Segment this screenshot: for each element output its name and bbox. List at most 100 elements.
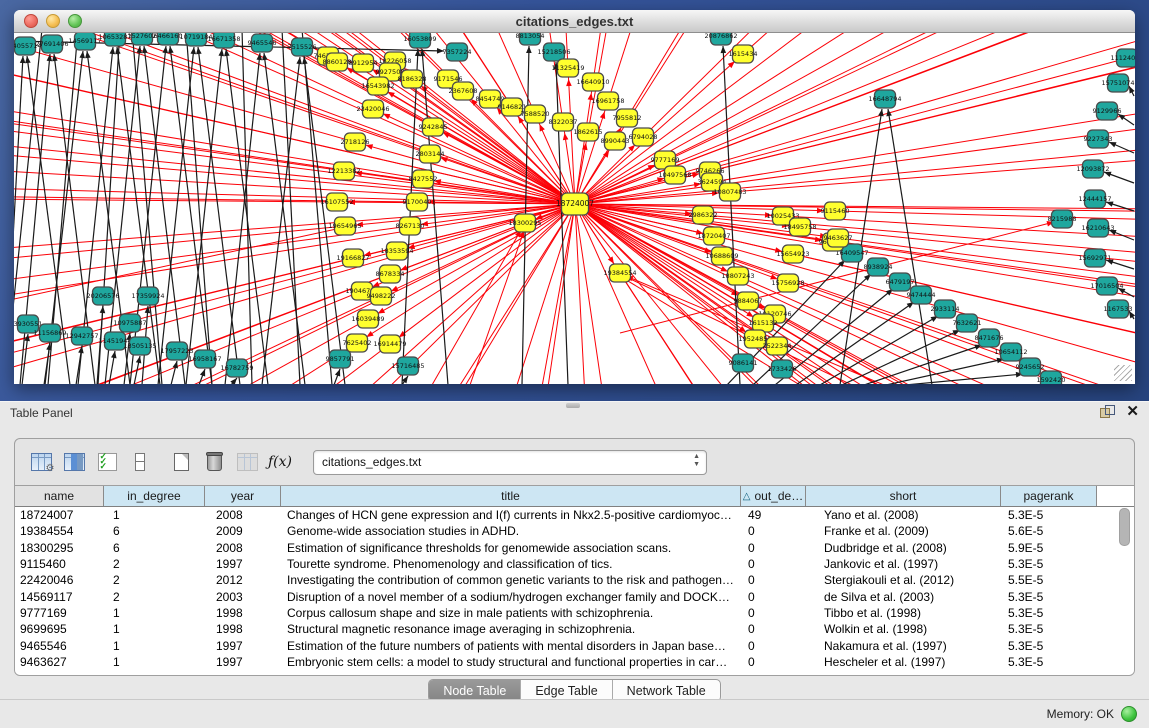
cell-pagerank[interactable]: 5.9E-5 — [1001, 541, 1097, 555]
table-row[interactable]: 2242004622012Investigating the contribut… — [15, 572, 1134, 588]
network-view-window[interactable]: citations_edges.txt 24055714276914061456… — [14, 10, 1135, 383]
cell-short[interactable]: Tibbo et al. (1998) — [806, 606, 1001, 620]
window-resize-grip[interactable] — [1114, 365, 1132, 381]
column-header-short[interactable]: short — [806, 486, 1001, 506]
close-window-button[interactable] — [24, 14, 38, 28]
delete-table-button[interactable] — [200, 449, 228, 475]
scrollbar-thumb[interactable] — [1119, 508, 1130, 546]
column-header-name[interactable]: name — [15, 486, 104, 506]
column-header-in-degree[interactable]: in_degree — [104, 486, 205, 506]
table-scrollbar[interactable] — [1118, 508, 1130, 658]
cell-title[interactable]: Genome-wide association studies in ADHD. — [281, 524, 741, 538]
cell-out-de-[interactable]: 0 — [741, 622, 806, 636]
table-row[interactable]: 1456911722003Disruption of a novel membe… — [15, 588, 1134, 604]
cell-year[interactable]: 1997 — [205, 639, 281, 653]
table-row[interactable]: 977716911998Corpus callosum shape and si… — [15, 605, 1134, 621]
cell-out-de-[interactable]: 0 — [741, 524, 806, 538]
cell-name[interactable]: 9463627 — [15, 655, 104, 669]
cell-pagerank[interactable]: 5.3E-5 — [1001, 639, 1097, 653]
cell-title[interactable]: Estimation of the future numbers of pati… — [281, 639, 741, 653]
minimize-window-button[interactable] — [46, 14, 60, 28]
row-options-button[interactable] — [126, 449, 154, 475]
function-builder-button[interactable]: ƒ(x) — [266, 449, 294, 475]
cell-short[interactable]: Hescheler et al. (1997) — [806, 655, 1001, 669]
cell-short[interactable]: Jankovic et al. (1997) — [806, 557, 1001, 571]
cell-year[interactable]: 2008 — [205, 508, 281, 522]
cell-name[interactable]: 22420046 — [15, 573, 104, 587]
table-row[interactable]: 946362711997Embryonic stem cells: a mode… — [15, 654, 1134, 670]
cell-in-degree[interactable]: 1 — [104, 606, 205, 620]
cell-short[interactable]: de Silva et al. (2003) — [806, 590, 1001, 604]
zoom-window-button[interactable] — [68, 14, 82, 28]
network-canvas[interactable]: 2405571427691406145691171065328715276026… — [14, 33, 1135, 384]
cell-in-degree[interactable]: 1 — [104, 655, 205, 669]
cell-pagerank[interactable]: 5.3E-5 — [1001, 655, 1097, 669]
table-row[interactable]: 969969511998Structural magnetic resonanc… — [15, 621, 1134, 637]
cell-pagerank[interactable]: 5.3E-5 — [1001, 590, 1097, 604]
cell-out-de-[interactable]: 49 — [741, 508, 806, 522]
cell-name[interactable]: 18300295 — [15, 541, 104, 555]
table-row[interactable]: 1938455462009Genome-wide association stu… — [15, 523, 1134, 539]
cell-in-degree[interactable]: 2 — [104, 573, 205, 587]
table-row[interactable]: 911546021997Tourette syndrome. Phenomeno… — [15, 556, 1134, 572]
column-header-title[interactable]: title — [281, 486, 741, 506]
cell-out-de-[interactable]: 0 — [741, 655, 806, 669]
cell-name[interactable]: 14569117 — [15, 590, 104, 604]
cell-in-degree[interactable]: 2 — [104, 590, 205, 604]
table-settings-button[interactable]: ⚙ — [27, 449, 55, 475]
cell-title[interactable]: Disruption of a novel member of a sodium… — [281, 590, 741, 604]
cell-pagerank[interactable]: 5.3E-5 — [1001, 508, 1097, 522]
cell-name[interactable]: 9699695 — [15, 622, 104, 636]
network-window-titlebar[interactable]: citations_edges.txt — [14, 10, 1135, 33]
import-table-button[interactable] — [233, 449, 261, 475]
cell-pagerank[interactable]: 5.3E-5 — [1001, 622, 1097, 636]
cell-pagerank[interactable]: 5.3E-5 — [1001, 606, 1097, 620]
cell-in-degree[interactable]: 1 — [104, 508, 205, 522]
select-all-button[interactable]: ✓✓✓ — [93, 449, 121, 475]
cell-out-de-[interactable]: 0 — [741, 606, 806, 620]
cell-title[interactable]: Corpus callosum shape and size in male p… — [281, 606, 741, 620]
cell-pagerank[interactable]: 5.6E-5 — [1001, 524, 1097, 538]
table-row[interactable]: 946554611997Estimation of the future num… — [15, 637, 1134, 653]
cell-year[interactable]: 2012 — [205, 573, 281, 587]
cell-year[interactable]: 1998 — [205, 622, 281, 636]
tab-node-table[interactable]: Node Table — [429, 680, 521, 701]
cell-name[interactable]: 19384554 — [15, 524, 104, 538]
cell-in-degree[interactable]: 1 — [104, 639, 205, 653]
cell-year[interactable]: 1997 — [205, 655, 281, 669]
cell-out-de-[interactable]: 0 — [741, 590, 806, 604]
cell-year[interactable]: 1997 — [205, 557, 281, 571]
tab-network-table[interactable]: Network Table — [613, 680, 720, 701]
cell-short[interactable]: Wolkin et al. (1998) — [806, 622, 1001, 636]
close-panel-icon[interactable]: ✕ — [1126, 405, 1139, 419]
cell-name[interactable]: 9465546 — [15, 639, 104, 653]
cell-short[interactable]: Nakamura et al. (1997) — [806, 639, 1001, 653]
cell-short[interactable]: Franke et al. (2009) — [806, 524, 1001, 538]
cell-short[interactable]: Dudbridge et al. (2008) — [806, 541, 1001, 555]
cell-title[interactable]: Tourette syndrome. Phenomenology and cla… — [281, 557, 741, 571]
cell-in-degree[interactable]: 6 — [104, 524, 205, 538]
cell-title[interactable]: Changes of HCN gene expression and I(f) … — [281, 508, 741, 522]
cell-in-degree[interactable]: 6 — [104, 541, 205, 555]
cell-title[interactable]: Estimation of significance thresholds fo… — [281, 541, 741, 555]
column-header-year[interactable]: year — [205, 486, 281, 506]
cell-year[interactable]: 1998 — [205, 606, 281, 620]
cell-year[interactable]: 2008 — [205, 541, 281, 555]
column-header-out-de-[interactable]: △out_de… — [741, 486, 806, 506]
cell-pagerank[interactable]: 5.3E-5 — [1001, 557, 1097, 571]
new-table-button[interactable] — [167, 449, 195, 475]
panel-splitter-handle[interactable] — [566, 403, 580, 408]
cell-out-de-[interactable]: 0 — [741, 557, 806, 571]
memory-status-indicator[interactable] — [1121, 706, 1137, 722]
cell-in-degree[interactable]: 2 — [104, 557, 205, 571]
cell-name[interactable]: 18724007 — [15, 508, 104, 522]
cell-in-degree[interactable]: 1 — [104, 622, 205, 636]
cell-short[interactable]: Yano et al. (2008) — [806, 508, 1001, 522]
cell-pagerank[interactable]: 5.5E-5 — [1001, 573, 1097, 587]
cell-title[interactable]: Investigating the contribution of common… — [281, 573, 741, 587]
cell-short[interactable]: Stergiakouli et al. (2012) — [806, 573, 1001, 587]
table-row[interactable]: 1872400712008Changes of HCN gene express… — [15, 507, 1134, 523]
cell-title[interactable]: Structural magnetic resonance image aver… — [281, 622, 741, 636]
cell-out-de-[interactable]: 0 — [741, 541, 806, 555]
cell-title[interactable]: Embryonic stem cells: a model to study s… — [281, 655, 741, 669]
